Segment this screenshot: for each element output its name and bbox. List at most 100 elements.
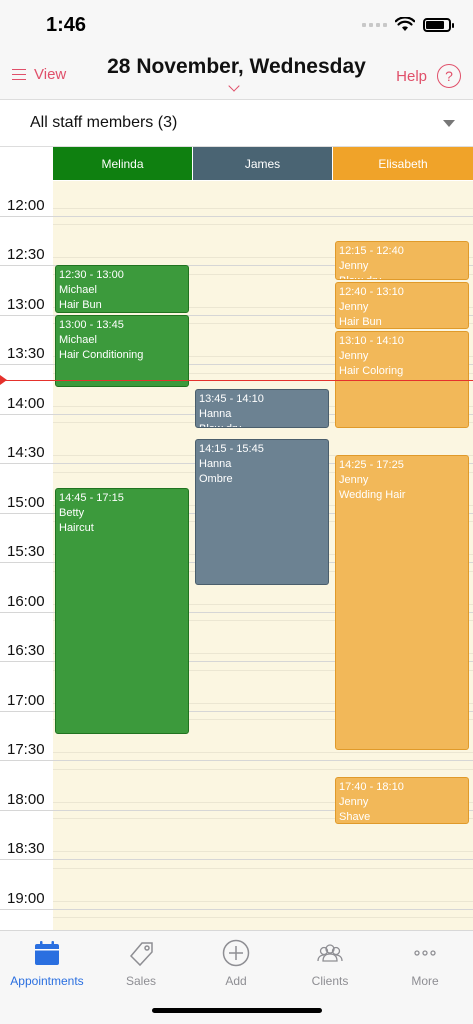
appointment-elisabeth[interactable]: 17:40 - 18:10 Jenny Shave	[335, 776, 469, 825]
tag-icon	[129, 942, 153, 967]
help-button[interactable]: Help ?	[396, 64, 461, 88]
help-icon: ?	[437, 64, 461, 88]
appointment-service: Hair Bun	[59, 299, 102, 312]
appointment-time: 14:45 - 17:15	[59, 492, 124, 504]
staff-header-elisabeth[interactable]: Elisabeth	[333, 147, 473, 180]
appointment-elisabeth[interactable]: 12:15 - 12:40 Jenny Blow dry	[335, 240, 469, 280]
nav-bar: View 28 November, Wednesday Help ?	[0, 52, 473, 100]
clients-icon	[317, 944, 343, 962]
status-icons	[362, 17, 454, 32]
appointment-elisabeth[interactable]: 14:25 - 17:25 Jenny Wedding Hair	[335, 455, 469, 750]
current-time-line	[0, 380, 473, 382]
time-label: 14:00	[7, 394, 45, 412]
staff-header-melinda[interactable]: Melinda	[53, 147, 192, 180]
appointment-client: Jenny	[339, 474, 369, 486]
sub-gridline	[53, 917, 473, 919]
current-time-marker	[0, 375, 7, 386]
wifi-icon	[395, 17, 415, 31]
time-label: 15:00	[7, 493, 45, 511]
time-label: 18:00	[7, 790, 45, 808]
more-icon	[414, 950, 436, 956]
appointment-melinda[interactable]: 12:30 - 13:00 Michael Hair Bun	[55, 265, 189, 313]
home-indicator	[152, 1008, 322, 1013]
appointment-client: Michael	[59, 333, 97, 346]
staff-column-headers: Melinda James Elisabeth	[0, 147, 473, 181]
time-label: 13:30	[7, 345, 45, 363]
tab-label: More	[411, 974, 439, 988]
calendar-grid[interactable]: 12:00 12:30 13:00 13:30 14:00 14:30 15:00 15:30…	[0, 181, 473, 930]
appointment-time: 13:00 - 13:45	[59, 318, 124, 331]
sub-gridline	[53, 224, 473, 226]
appointment-melinda[interactable]: 13:00 - 13:45 Michael Hair Conditioning	[55, 314, 189, 387]
time-gridline	[0, 908, 473, 910]
tab-add[interactable]: Add	[189, 939, 283, 988]
tab-sales[interactable]: Sales	[94, 939, 188, 988]
sub-gridline	[53, 768, 473, 770]
sub-gridline	[53, 207, 473, 209]
appointment-client: Jenny	[339, 259, 369, 272]
appointment-client: Hanna	[199, 457, 232, 470]
time-label: 12:30	[7, 246, 45, 264]
staff-filter-label: All staff members (3)	[30, 114, 178, 131]
appointment-melinda[interactable]: 14:45 - 17:15 Betty Haircut	[55, 488, 189, 734]
appointment-service: Haircut	[59, 522, 94, 534]
time-gridline	[0, 760, 473, 762]
appointment-time: 14:25 - 17:25	[339, 459, 404, 471]
time-label: 16:30	[7, 642, 45, 660]
time-label: 17:30	[7, 741, 45, 759]
appointment-time: 12:40 - 13:10	[339, 285, 404, 298]
battery-icon	[423, 17, 454, 32]
appointment-time: 14:15 - 15:45	[199, 442, 264, 455]
appointment-james[interactable]: 13:45 - 14:10 Hanna Blow dry	[195, 389, 329, 429]
appointment-client: Jenny	[339, 350, 369, 363]
time-label: 18:30	[7, 840, 45, 858]
tab-label: Sales	[125, 974, 157, 988]
tab-appointments[interactable]: Appointments	[0, 939, 94, 988]
tab-clients[interactable]: Clients	[283, 939, 377, 988]
calendar-icon	[35, 941, 59, 965]
appointment-time: 12:15 - 12:40	[339, 244, 404, 257]
tab-label: Add	[225, 974, 247, 988]
sub-gridline	[53, 851, 473, 853]
appointment-service: Hair Bun	[339, 315, 382, 328]
signal-icon	[362, 22, 387, 27]
appointment-service: Blow dry	[199, 422, 325, 427]
appointment-client: Jenny	[339, 795, 369, 808]
appointment-service: Shave	[339, 810, 371, 823]
time-label: 16:00	[7, 592, 45, 610]
appointment-james[interactable]: 14:15 - 15:45 Hanna Ombre	[195, 438, 329, 585]
appointment-time: 17:40 - 18:10	[339, 780, 404, 793]
appointment-service: Blow dry	[339, 274, 465, 279]
appointment-service: Ombre	[199, 472, 233, 485]
time-label: 12:00	[7, 196, 45, 214]
appointment-service: Hair Coloring	[339, 365, 404, 378]
time-gridline	[0, 859, 473, 861]
appointment-time: 12:30 - 13:00	[59, 269, 124, 282]
time-label: 17:00	[7, 691, 45, 709]
appointment-client: Michael	[59, 284, 97, 297]
tab-more[interactable]: More	[378, 939, 472, 988]
appointment-elisabeth[interactable]: 12:40 - 13:10 Jenny Hair Bun	[335, 281, 469, 330]
tab-label: Appointments	[10, 974, 84, 988]
time-label: 15:30	[7, 543, 45, 561]
caret-down-icon	[443, 120, 455, 127]
staff-filter-dropdown[interactable]: All staff members (3)	[0, 100, 473, 147]
time-label: 14:30	[7, 444, 45, 462]
tab-label: Clients	[311, 974, 349, 988]
time-gridline	[0, 215, 473, 217]
appointment-service: Hair Conditioning	[59, 348, 144, 361]
status-bar: 1:46	[0, 0, 473, 52]
status-time: 1:46	[46, 14, 87, 36]
appointment-client: Jenny	[339, 300, 369, 313]
time-label: 13:00	[7, 295, 45, 313]
appointment-service: Wedding Hair	[339, 489, 406, 501]
sub-gridline	[53, 752, 473, 754]
help-label: Help	[396, 67, 427, 85]
sub-gridline	[53, 900, 473, 902]
sub-gridline	[53, 867, 473, 869]
staff-header-james[interactable]: James	[193, 147, 332, 180]
appointment-client: Betty	[59, 507, 85, 519]
chevron-down-icon[interactable]	[228, 80, 240, 92]
appointment-time: 13:10 - 14:10	[339, 335, 404, 348]
appointment-time: 13:45 - 14:10	[199, 393, 264, 405]
